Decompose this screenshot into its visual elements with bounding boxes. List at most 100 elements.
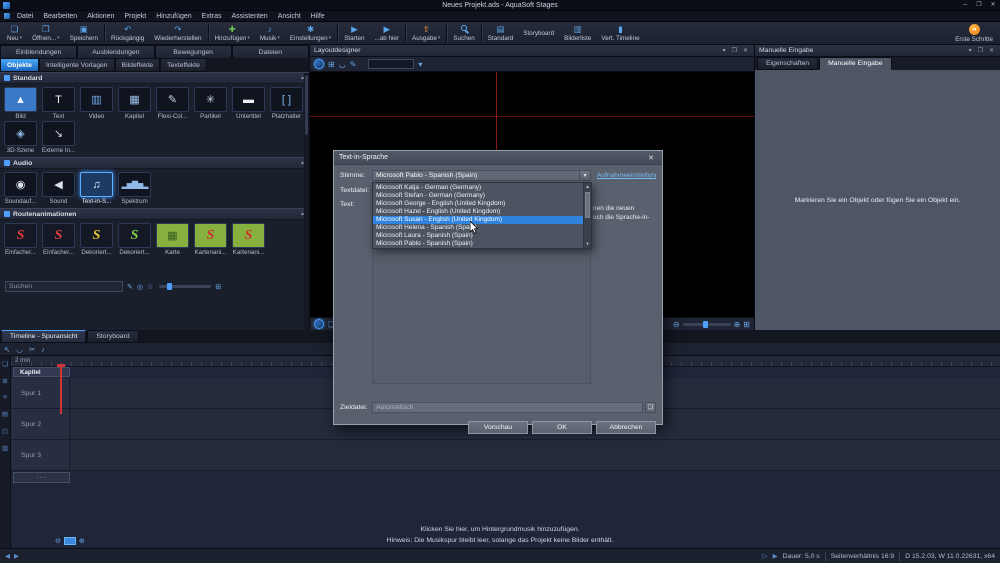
tab-dateien[interactable]: Dateien <box>232 45 309 58</box>
slider-thumb[interactable] <box>167 283 172 290</box>
toolbox-item-externe-inhalte[interactable]: ↘ Externe In... <box>40 121 77 154</box>
scroll-up-icon[interactable]: ▲ <box>584 183 591 191</box>
voice-option[interactable]: Microsoft Pablo - Spanish (Spain) <box>373 240 583 248</box>
scrollbar-thumb[interactable] <box>585 192 590 218</box>
tab-ausblendungen[interactable]: Ausblendungen <box>77 45 154 58</box>
grid-icon[interactable]: ⊞ <box>328 60 335 69</box>
search-input[interactable] <box>5 281 123 292</box>
pencil-icon[interactable]: ✎ <box>350 60 357 69</box>
toolbox-item-kartenanimation-1[interactable]: S Kartenani... <box>192 223 229 256</box>
fit-view-icon[interactable]: ⊞ <box>743 320 750 329</box>
toolbar-redo-button[interactable]: ↷ Wiederherstellen <box>149 22 206 44</box>
voice-option[interactable]: Microsoft George - English (United Kingd… <box>373 200 583 208</box>
track-row[interactable]: Spur 3 <box>11 440 1000 471</box>
menu-ansicht[interactable]: Ansicht <box>273 11 306 22</box>
close-icon[interactable]: ✕ <box>986 0 1000 11</box>
chevron-down-icon[interactable]: ▾ <box>721 47 728 54</box>
track-header[interactable]: Spur 3 <box>11 440 70 470</box>
voice-combobox[interactable]: Microsoft Pablo - Spanish (Spain) ▾ <box>372 170 591 181</box>
pencil-icon[interactable]: ✎ <box>127 283 133 291</box>
toolbox-item-dekorierter-pfad-1[interactable]: S Dekoriert... <box>78 223 115 256</box>
menu-hilfe[interactable]: Hilfe <box>306 11 330 22</box>
toolbox-item-einfacher-pfad-1[interactable]: S Einfacher... <box>2 223 39 256</box>
voice-option[interactable]: Microsoft Hazel - English (United Kingdo… <box>373 208 583 216</box>
menu-projekt[interactable]: Projekt <box>119 11 151 22</box>
toolbar-new-button[interactable]: ❏ Neu <box>2 22 27 44</box>
circle-icon[interactable]: ◎ <box>137 283 143 291</box>
toolbox-item-3d-szene[interactable]: ◈ 3D-Szene <box>2 121 39 154</box>
play-outline-icon[interactable]: ▷ <box>763 552 768 560</box>
dropdown-scrollbar[interactable]: ▲ ▾ <box>583 183 591 248</box>
scrollbar-thumb[interactable] <box>305 75 308 135</box>
zoom-indicator[interactable] <box>64 537 76 545</box>
tab-eigenschaften[interactable]: Eigenschaften <box>757 57 818 70</box>
layers-icon[interactable]: ❏ <box>2 360 8 368</box>
chevron-down-icon[interactable]: ▾ <box>418 60 422 69</box>
toolbar-save-button[interactable]: ▣ Speichern <box>65 22 103 44</box>
tab-storyboard[interactable]: Storyboard <box>87 330 138 343</box>
pointer-icon[interactable]: ↖ <box>4 345 10 354</box>
tab-intelligente-vorlagen[interactable]: Intelligente Vorlagen <box>39 58 115 72</box>
tab-manuelle-eingabe[interactable]: Manuelle Eingabe <box>819 57 891 70</box>
toolbox-item-bild[interactable]: ▲ Bild <box>2 87 39 120</box>
toolbar-add-button[interactable]: ✚ Hinzufügen <box>210 22 255 44</box>
recording-settings-link[interactable]: Aufnahmeeinstellungen <box>597 172 656 179</box>
toolbox-item-partikel[interactable]: ✳ Partikel <box>192 87 229 120</box>
preview-button[interactable]: Vorschau <box>468 421 528 434</box>
preview-play-button[interactable] <box>314 319 324 329</box>
zoom-in-icon[interactable]: ⊕ <box>734 320 741 329</box>
close-icon[interactable]: ✕ <box>645 154 657 162</box>
star-icon[interactable]: ☆ <box>147 283 153 291</box>
table-icon[interactable]: ▥ <box>2 444 8 452</box>
chevron-down-icon[interactable]: ▾ <box>967 47 974 54</box>
toolbox-item-dekorierter-pfad-2[interactable]: S Dekoriert... <box>116 223 153 256</box>
playhead[interactable] <box>60 366 62 414</box>
toolbox-item-spektrum[interactable]: ▂▅▇▅▂ Spektrum <box>116 172 153 205</box>
browse-target-icon[interactable]: ❏ <box>645 402 656 413</box>
zoom-out-icon[interactable]: ⊖ <box>55 537 61 545</box>
toolbox-item-platzhalter[interactable]: [ ] Platzhalter <box>268 87 305 120</box>
target-input[interactable]: Automatisch <box>372 402 643 413</box>
tab-bildeffekte[interactable]: Bildeffekte <box>115 58 161 72</box>
toolbox-item-soundaufnahme[interactable]: ◉ Soundauf... <box>2 172 39 205</box>
collapsed-track[interactable]: ··· <box>13 472 70 483</box>
magnet-icon[interactable]: ◡ <box>339 60 346 69</box>
toolbar-view-vertical-timeline-button[interactable]: ▮ Vert. Timeline <box>596 22 644 44</box>
toolbox-item-flexi-collage[interactable]: ✎ Flexi-Col... <box>154 87 191 120</box>
toolbox-item-kartenanimation-2[interactable]: S Kartenani... <box>230 223 267 256</box>
toolbox-item-einfacher-pfad-2[interactable]: S Einfacher... <box>40 223 77 256</box>
music-hint[interactable]: Klicken Sie hier, um Hintergrundmusik hi… <box>0 524 1000 535</box>
magnet-icon[interactable]: ◡ <box>16 345 23 354</box>
toolbar-open-button[interactable]: ❒ Öffnen... <box>27 22 65 44</box>
grid-icon[interactable]: ⊞ <box>2 377 7 385</box>
menu-bearbeiten[interactable]: Bearbeiten <box>38 11 82 22</box>
tab-bewegungen[interactable]: Bewegungen <box>155 45 232 58</box>
list-icon[interactable]: ≡ <box>3 394 7 401</box>
voice-option[interactable]: Microsoft Stefan - German (Germany) <box>373 192 583 200</box>
play-icon[interactable]: ▶ <box>773 552 778 560</box>
slider-thumb[interactable] <box>703 321 708 328</box>
section-header-standard[interactable]: Standard ▲ <box>0 72 309 84</box>
toolbox-item-kapitel[interactable]: ▦ Kapitel <box>116 87 153 120</box>
toolbar-undo-button[interactable]: ↶ Rückgängig <box>106 22 149 44</box>
maximize-icon[interactable]: ❐ <box>976 47 985 54</box>
chevron-down-icon[interactable]: ▾ <box>579 171 590 180</box>
ok-button[interactable]: OK <box>532 421 592 434</box>
tile-size-slider[interactable] <box>159 285 211 288</box>
toolbox-item-karte[interactable]: ▦ Karte <box>154 223 191 256</box>
scroll-down-icon[interactable]: ▾ <box>584 240 591 248</box>
zoom-slider[interactable] <box>683 323 731 326</box>
film-icon[interactable]: ▤ <box>2 410 8 418</box>
scroll-right-icon[interactable]: ▶ <box>14 552 19 560</box>
toolbox-scrollbar[interactable] <box>304 73 309 330</box>
menu-extras[interactable]: Extras <box>197 11 227 22</box>
menu-hinzufuegen[interactable]: Hinzufügen <box>151 11 196 22</box>
toolbar-first-steps-button[interactable]: ➔ Erste Schritte <box>950 22 998 44</box>
toolbox-item-text-in-sprache[interactable]: ♫ Text-in-S... <box>78 172 115 205</box>
tab-einblendungen[interactable]: Einblendungen <box>0 45 77 58</box>
section-header-audio[interactable]: Audio ▲ <box>0 157 309 169</box>
toolbar-play-button[interactable]: ▶ Starten <box>339 22 369 44</box>
toolbar-view-standard-button[interactable]: ▤ Standard <box>483 22 519 44</box>
toolbar-music-button[interactable]: ♪ Musik <box>255 22 285 44</box>
cancel-button[interactable]: Abbrechen <box>596 421 656 434</box>
